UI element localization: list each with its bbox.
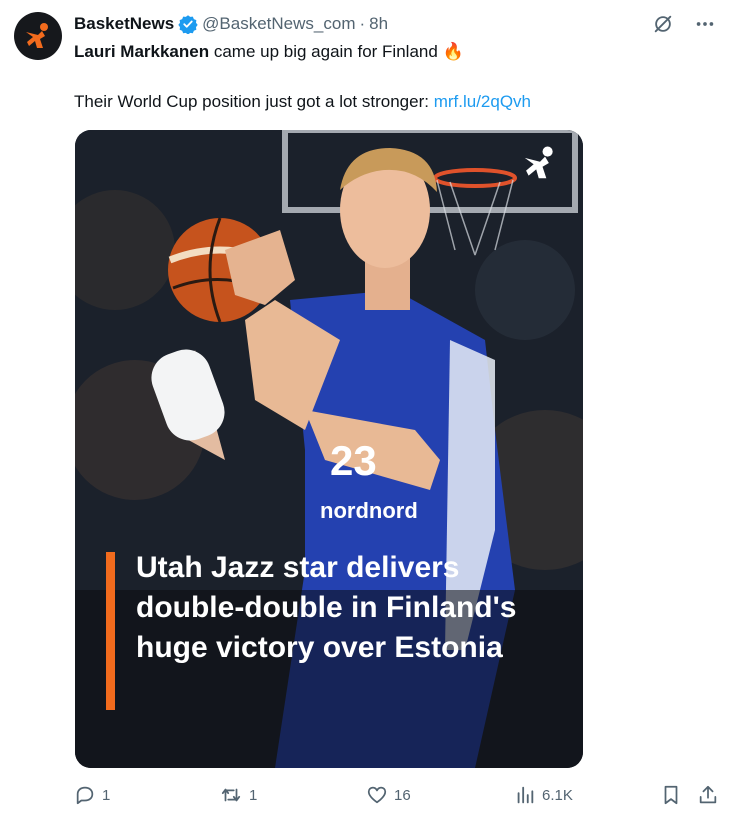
bookmark-icon [664, 785, 678, 805]
basketnews-watermark-icon [524, 146, 553, 179]
headline-accent-bar [106, 552, 115, 710]
reply-icon [76, 786, 94, 805]
view-count: 6.1K [542, 786, 573, 804]
tweet-text-line-2-body: Their World Cup position just got a lot … [74, 92, 434, 111]
separator-dot: · [359, 14, 366, 33]
media-headline: Utah Jazz star delivers double-double in… [136, 551, 517, 664]
analytics-icon [517, 786, 534, 804]
views-button[interactable]: 6.1K [514, 784, 573, 806]
fire-emoji: 🔥 [442, 42, 464, 61]
tweet-header: BasketNews @BasketNews_com · 8h [74, 12, 388, 36]
tweet-actions: 1 1 16 6.1K [74, 784, 720, 812]
tweet-link[interactable]: mrf.lu/2qQvh [434, 92, 531, 111]
like-button[interactable]: 16 [366, 784, 411, 806]
repost-icon [221, 788, 241, 802]
jersey-sponsor: nordnord [320, 498, 418, 523]
like-count: 16 [394, 786, 411, 804]
repost-count: 1 [249, 786, 258, 804]
repost-button[interactable]: 1 [219, 784, 257, 806]
heart-icon [367, 786, 387, 804]
bookmark-button[interactable] [660, 784, 682, 806]
basketnews-logo-icon [26, 23, 48, 48]
tweet-text-line-2: Their World Cup position just got a lot … [74, 90, 531, 114]
tweet-text-line-1: Lauri Markkanen came up big again for Fi… [74, 40, 464, 64]
verified-badge-icon [178, 15, 198, 34]
author-handle[interactable]: @BasketNews_com [202, 14, 355, 34]
reply-button[interactable]: 1 [74, 784, 110, 806]
grok-button[interactable] [651, 12, 675, 36]
grok-icon [654, 15, 672, 33]
timestamp[interactable]: 8h [369, 14, 388, 34]
jersey-number: 23 [330, 437, 377, 484]
avatar[interactable] [14, 12, 62, 60]
mentioned-player: Lauri Markkanen [74, 42, 210, 61]
share-button[interactable] [697, 784, 719, 806]
more-button[interactable] [693, 12, 717, 36]
more-dots-icon [696, 22, 714, 26]
player-photo: 23 nordnord [75, 130, 583, 768]
author-name[interactable]: BasketNews [74, 14, 174, 34]
share-icon [699, 785, 717, 804]
media-image[interactable]: 23 nordnord Utah Jazz star delivers doub… [75, 130, 583, 768]
top-actions [651, 12, 717, 36]
reply-count: 1 [102, 786, 111, 804]
tweet-text-rest: came up big again for Finland [209, 42, 443, 61]
